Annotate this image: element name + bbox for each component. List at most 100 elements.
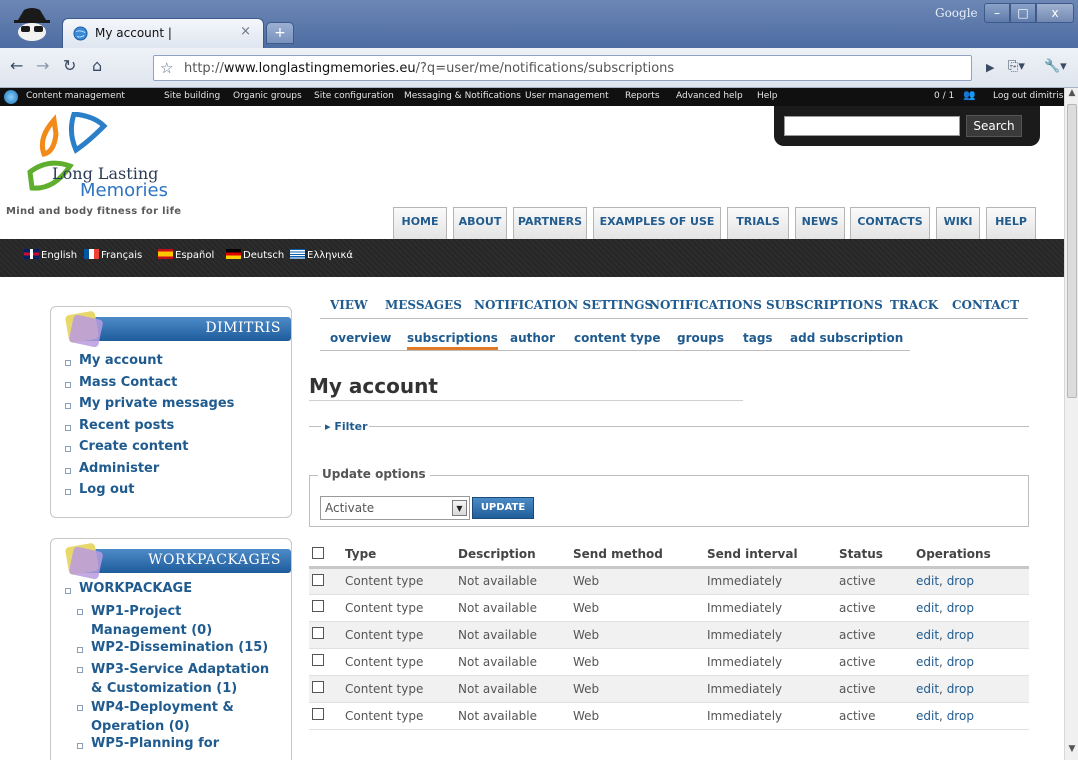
admin-item-organic-groups[interactable]: Organic groups <box>233 91 302 101</box>
go-icon[interactable]: ▶ <box>986 61 994 74</box>
scrollbar-thumb[interactable] <box>1067 104 1077 398</box>
wp3-link[interactable]: WP3-Service Adaptation & Customization (… <box>61 660 281 698</box>
subtab-tags[interactable]: tags <box>743 331 773 345</box>
forward-icon[interactable]: → <box>36 56 49 75</box>
admin-item-content[interactable]: Content management <box>26 91 125 101</box>
menu-my-account[interactable]: My account <box>61 353 234 375</box>
row-checkbox[interactable] <box>309 648 345 676</box>
edit-link[interactable]: edit <box>916 709 939 723</box>
page-menu-icon[interactable]: ⎘▾ <box>1008 59 1025 74</box>
tab-contact[interactable]: CONTACT <box>952 298 1019 312</box>
nav-contacts[interactable]: CONTACTS <box>850 207 930 239</box>
nav-trials[interactable]: TRIALS <box>727 207 789 239</box>
row-checkbox[interactable] <box>309 567 345 595</box>
admin-item-reports[interactable]: Reports <box>625 91 660 101</box>
wp5-link[interactable]: WP5-Planning for <box>61 736 281 756</box>
browser-tab[interactable]: My account | × <box>62 18 264 48</box>
menu-administer[interactable]: Administer <box>61 461 234 482</box>
chevron-down-icon[interactable]: ▼ <box>452 500 467 516</box>
drupal-icon[interactable] <box>4 90 18 104</box>
edit-link[interactable]: edit <box>916 628 939 642</box>
minimize-button[interactable]: – <box>984 3 1010 23</box>
wp2-link[interactable]: WP2-Dissemination (15) <box>61 640 281 660</box>
edit-link[interactable]: edit <box>916 682 939 696</box>
admin-item-messaging[interactable]: Messaging & Notifications <box>404 91 521 101</box>
tab-view[interactable]: VIEW <box>330 298 368 312</box>
subtab-overview[interactable]: overview <box>330 331 391 345</box>
update-button[interactable]: UPDATE <box>472 497 534 519</box>
bookmark-star-icon[interactable]: ☆ <box>160 59 173 77</box>
drop-link[interactable]: drop <box>947 655 974 669</box>
menu-recent-posts[interactable]: Recent posts <box>61 418 234 439</box>
search-input[interactable] <box>784 116 960 136</box>
subtab-subscriptions[interactable]: subscriptions <box>407 331 498 350</box>
admin-logout-link[interactable]: Log out dimitris <box>993 91 1063 101</box>
nav-partners[interactable]: PARTNERS <box>513 207 587 239</box>
tab-close-icon[interactable]: × <box>240 24 251 39</box>
menu-create-content[interactable]: Create content <box>61 439 234 461</box>
close-window-button[interactable]: x <box>1036 3 1074 23</box>
back-icon[interactable]: ← <box>10 56 23 75</box>
lang-english[interactable]: English <box>24 249 77 261</box>
wp1-link[interactable]: WP1-Project Management (0) <box>61 602 281 640</box>
admin-item-site-building[interactable]: Site building <box>164 91 220 101</box>
reload-icon[interactable]: ↻ <box>63 56 76 75</box>
address-bar[interactable]: ☆ http://www.longlastingmemories.eu/?q=u… <box>153 55 972 81</box>
nav-examples[interactable]: EXAMPLES OF USE <box>593 207 721 239</box>
admin-item-user-management[interactable]: User management <box>525 91 609 101</box>
subtab-content-type[interactable]: content type <box>574 331 661 345</box>
tab-track[interactable]: TRACK <box>890 298 938 312</box>
menu-log-out[interactable]: Log out <box>61 482 234 504</box>
tab-subscriptions[interactable]: SUBSCRIPTIONS <box>766 298 883 312</box>
filter-toggle[interactable]: ▸ Filter <box>325 420 368 433</box>
wp4-link[interactable]: WP4-Deployment & Operation (0) <box>61 698 281 736</box>
nav-wiki[interactable]: WIKI <box>936 207 980 239</box>
search-button[interactable]: Search <box>966 115 1022 137</box>
menu-mass-contact[interactable]: Mass Contact <box>61 375 234 396</box>
tab-notification-settings[interactable]: NOTIFICATION SETTINGS <box>474 298 653 312</box>
row-checkbox[interactable] <box>309 621 345 649</box>
lang-spanish[interactable]: Español <box>158 249 214 261</box>
lang-german[interactable]: Deutsch <box>226 249 284 261</box>
nav-home[interactable]: HOME <box>393 207 447 239</box>
tab-title: My account | <box>95 26 172 40</box>
home-icon[interactable]: ⌂ <box>92 56 102 75</box>
nav-help[interactable]: HELP <box>986 207 1036 239</box>
edit-link[interactable]: edit <box>916 574 939 588</box>
col-type: Type <box>345 543 458 569</box>
drop-link[interactable]: drop <box>947 709 974 723</box>
tab-notifications[interactable]: NOTIFICATIONS <box>649 298 762 312</box>
menu-private-messages[interactable]: My private messages <box>61 396 234 418</box>
select-all-checkbox[interactable] <box>309 543 345 569</box>
france-flag-icon <box>84 249 99 259</box>
page-scrollbar[interactable]: ▲ ▼ <box>1064 88 1078 760</box>
lang-greek[interactable]: Ελληνικά <box>290 249 353 261</box>
row-checkbox[interactable] <box>309 675 345 703</box>
lang-french[interactable]: Français <box>84 249 142 261</box>
maximize-button[interactable]: □ <box>1010 3 1036 23</box>
workpackage-root[interactable]: WORKPACKAGE <box>61 581 281 602</box>
drop-link[interactable]: drop <box>947 601 974 615</box>
edit-link[interactable]: edit <box>916 655 939 669</box>
subtab-groups[interactable]: groups <box>677 331 724 345</box>
subtab-add-subscription[interactable]: add subscription <box>790 331 903 345</box>
subtab-author[interactable]: author <box>510 331 555 345</box>
new-tab-button[interactable]: + <box>266 22 294 44</box>
tab-messages[interactable]: MESSAGES <box>385 298 462 312</box>
tools-menu-icon[interactable]: 🔧▾ <box>1044 59 1067 74</box>
nav-news[interactable]: NEWS <box>795 207 845 239</box>
row-checkbox[interactable] <box>309 702 345 730</box>
update-options-fieldset: Update options Activate ▼ UPDATE <box>309 467 1029 527</box>
scroll-up-icon[interactable]: ▲ <box>1066 88 1078 102</box>
drop-link[interactable]: drop <box>947 628 974 642</box>
admin-item-advanced-help[interactable]: Advanced help <box>676 91 743 101</box>
edit-link[interactable]: edit <box>916 601 939 615</box>
update-action-select[interactable]: Activate ▼ <box>320 496 470 520</box>
drop-link[interactable]: drop <box>947 682 974 696</box>
nav-about[interactable]: ABOUT <box>453 207 507 239</box>
admin-item-help[interactable]: Help <box>757 91 778 101</box>
row-checkbox[interactable] <box>309 594 345 622</box>
scroll-down-icon[interactable]: ▼ <box>1066 744 1078 758</box>
drop-link[interactable]: drop <box>947 574 974 588</box>
admin-item-site-config[interactable]: Site configuration <box>314 91 394 101</box>
